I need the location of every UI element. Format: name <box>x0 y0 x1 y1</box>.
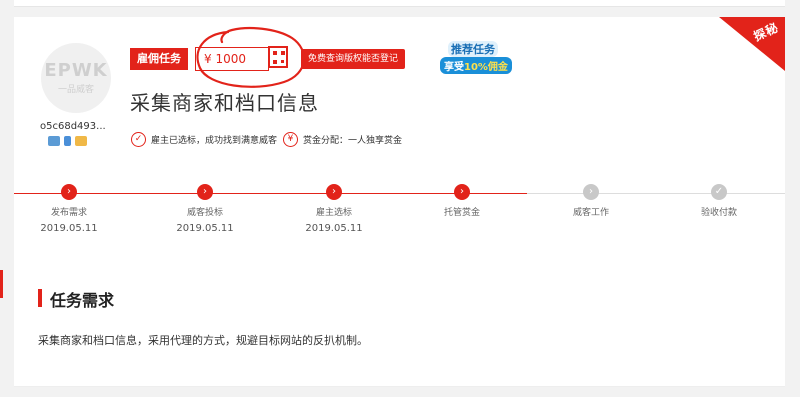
task-type-badge: 雇佣任务 <box>130 48 188 70</box>
task-description: 采集商家和档口信息，采用代理的方式，规避目标网站的反扒机制。 <box>38 334 368 347</box>
corner-tag: 探秘 <box>719 17 785 71</box>
step-indicator-icon: › <box>454 184 470 200</box>
status-selected-text: 雇主已选标，成功找到满意威客 <box>151 136 278 146</box>
step-label: 雇主选标 <box>315 208 352 218</box>
progress-step: › 威客投标 2019.05.11 <box>155 184 255 234</box>
step-label: 验收付款 <box>700 208 737 218</box>
step-label: 发布需求 <box>50 208 87 218</box>
progress-step: › 雇主选标 2019.05.11 <box>284 184 384 234</box>
user-verification-icons <box>48 136 87 146</box>
progress-step: › 发布需求 2019.05.11 <box>19 184 119 234</box>
step-date: 2019.05.11 <box>40 223 98 234</box>
step-label: 威客工作 <box>572 208 609 218</box>
top-strip <box>14 0 785 7</box>
step-indicator-icon: › <box>61 184 77 200</box>
step-date: 2019.05.11 <box>305 223 363 234</box>
progress-step: ✓ 验收付款 <box>669 184 769 223</box>
avatar-logo-text: EPWK <box>44 59 108 81</box>
progress-step: › 托管赏金 <box>412 184 512 223</box>
step-indicator-icon: › <box>326 184 342 200</box>
step-date: 2019.05.11 <box>176 223 234 234</box>
avatar[interactable]: EPWK 一品威客 <box>41 43 111 113</box>
id-card-icon <box>48 136 60 146</box>
check-circle-icon: ✓ <box>131 132 146 147</box>
progress-step: › 威客工作 <box>541 184 641 223</box>
phone-icon <box>64 136 71 146</box>
left-edge-marker <box>0 270 3 298</box>
recommend-promo[interactable]: 推荐任务 享受10%佣金 <box>434 39 534 75</box>
avatar-logo-subtext: 一品威客 <box>57 84 94 95</box>
username[interactable]: o5c68d493... <box>40 121 106 132</box>
task-price: ¥ 1000 <box>195 47 269 71</box>
step-indicator-icon: ✓ <box>711 184 727 200</box>
step-label: 托管赏金 <box>443 208 480 218</box>
status-reward-text: 赏金分配：一人独享赏金 <box>303 136 403 146</box>
step-label: 威客投标 <box>186 208 223 218</box>
task-status-row: ✓ 雇主已选标，成功找到满意威客 ¥ 赏金分配：一人独享赏金 <box>131 132 402 147</box>
qr-code-icon[interactable] <box>268 46 288 68</box>
yen-circle-icon: ¥ <box>283 132 299 147</box>
step-indicator-icon: › <box>197 184 213 200</box>
step-indicator-icon: › <box>583 184 599 200</box>
email-icon <box>75 136 87 146</box>
section-title: 任务需求 <box>50 291 115 310</box>
section-accent-bar <box>38 289 42 307</box>
task-card: 探秘 EPWK 一品威客 o5c68d493... 雇佣任务 ¥ 1000 免费… <box>14 17 785 387</box>
divider <box>14 386 785 387</box>
promo-line2: 享受10%佣金 <box>440 57 512 74</box>
task-title: 采集商家和档口信息 <box>130 91 319 115</box>
promo-line1: 推荐任务 <box>448 41 498 57</box>
copyright-check-button[interactable]: 免费查询版权能否登记 <box>301 49 406 69</box>
